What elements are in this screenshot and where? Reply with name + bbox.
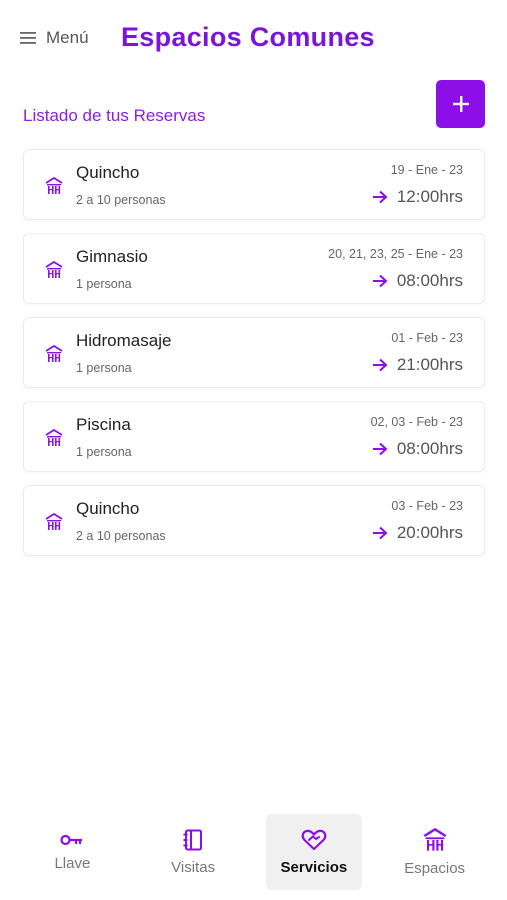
reservation-card[interactable]: Gimnasio 1 persona 20, 21, 23, 25 - Ene … xyxy=(23,233,485,304)
notebook-icon xyxy=(183,829,203,850)
building-icon xyxy=(45,345,63,362)
building-icon xyxy=(45,261,63,278)
menu-label: Menú xyxy=(46,28,89,47)
nav-item-servicios[interactable]: Servicios xyxy=(265,814,362,890)
building-icon xyxy=(45,177,63,194)
space-capacity: 1 persona xyxy=(76,361,132,375)
reservation-date: 02, 03 - Feb - 23 xyxy=(370,415,463,429)
reservation-date: 20, 21, 23, 25 - Ene - 23 xyxy=(328,247,463,261)
nav-item-llave[interactable]: Llave xyxy=(24,814,120,890)
arrow-right-icon xyxy=(372,526,388,540)
building-icon xyxy=(45,513,63,530)
space-name: Piscina xyxy=(76,415,131,434)
nav-item-visitas[interactable]: Visitas xyxy=(145,814,241,890)
app-header: Menú Espacios Comunes xyxy=(0,0,507,80)
nav-label: Llave xyxy=(54,854,91,872)
reservations-list: Quincho 2 a 10 personas 19 - Ene - 23 12… xyxy=(23,149,485,569)
space-capacity: 2 a 10 personas xyxy=(76,193,166,207)
space-capacity: 1 persona xyxy=(76,445,132,459)
reservation-card[interactable]: Quincho 2 a 10 personas 03 - Feb - 23 20… xyxy=(23,485,485,556)
space-capacity: 2 a 10 personas xyxy=(76,529,166,543)
reservation-date: 19 - Ene - 23 xyxy=(390,163,463,177)
space-name: Quincho xyxy=(76,499,140,518)
nav-label: Visitas xyxy=(171,858,216,876)
reservation-time-row: 08:00hrs xyxy=(372,439,463,459)
arrow-right-icon xyxy=(372,358,388,372)
space-capacity: 1 persona xyxy=(76,277,132,291)
section-title: Listado de tus Reservas xyxy=(23,106,206,125)
reservation-time-row: 08:00hrs xyxy=(372,271,463,291)
reservation-time: 12:00hrs xyxy=(396,187,463,206)
building-icon xyxy=(423,827,446,851)
reservation-time-row: 21:00hrs xyxy=(372,355,463,375)
reservation-card[interactable]: Quincho 2 a 10 personas 19 - Ene - 23 12… xyxy=(23,149,485,220)
reservation-time-row: 12:00hrs xyxy=(372,187,463,207)
bottom-navigation: Llave Visitas Servicios Espacios xyxy=(0,812,507,892)
building-icon xyxy=(45,429,63,446)
reservation-time-row: 20:00hrs xyxy=(372,523,463,543)
nav-label: Espacios xyxy=(404,859,466,877)
reservation-card[interactable]: Piscina 1 persona 02, 03 - Feb - 23 08:0… xyxy=(23,401,485,472)
menu-button[interactable]: Menú xyxy=(20,28,89,48)
key-icon xyxy=(60,834,83,845)
page-title: Espacios Comunes xyxy=(121,22,375,52)
arrow-right-icon xyxy=(372,190,388,204)
reservation-time: 08:00hrs xyxy=(396,439,463,458)
space-name: Gimnasio xyxy=(76,247,148,266)
reservation-date: 03 - Feb - 23 xyxy=(391,499,463,513)
arrow-right-icon xyxy=(372,274,388,288)
reservation-time: 21:00hrs xyxy=(396,355,463,374)
hamburger-icon xyxy=(20,32,36,44)
space-name: Quincho xyxy=(76,163,140,182)
nav-label: Servicios xyxy=(280,858,348,876)
space-name: Hidromasaje xyxy=(76,331,172,350)
plus-icon xyxy=(452,96,469,112)
add-reservation-button[interactable] xyxy=(436,80,485,128)
heart-handshake-icon xyxy=(301,829,327,850)
reservation-date: 01 - Feb - 23 xyxy=(391,331,463,345)
nav-item-espacios[interactable]: Espacios xyxy=(387,814,483,890)
arrow-right-icon xyxy=(372,442,388,456)
reservation-card[interactable]: Hidromasaje 1 persona 01 - Feb - 23 21:0… xyxy=(23,317,485,388)
reservation-time: 08:00hrs xyxy=(396,271,463,290)
reservation-time: 20:00hrs xyxy=(396,523,463,542)
